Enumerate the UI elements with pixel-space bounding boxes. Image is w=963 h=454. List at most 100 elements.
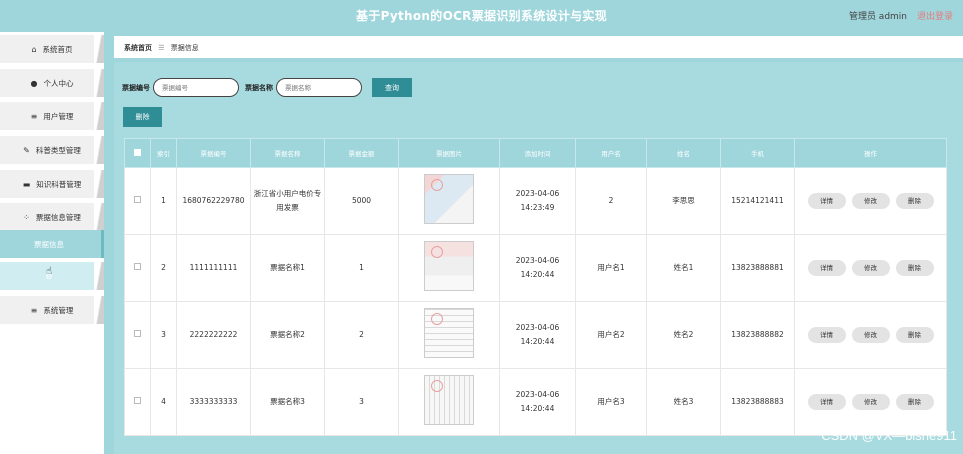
logout-link[interactable]: 退出登录 xyxy=(917,9,953,22)
sidebar-item-label: 个人中心 xyxy=(43,78,74,88)
ticket-image[interactable] xyxy=(424,374,474,425)
ticket-name-input[interactable] xyxy=(276,78,362,97)
row-checkbox[interactable] xyxy=(134,330,141,337)
cell-username: 用户名1 xyxy=(575,234,647,302)
top-header: 基于Python的OCR票据识别系统设计与实现 管理员 admin 退出登录 xyxy=(0,0,963,32)
cell-ticket-no: 1680762229780 xyxy=(176,167,251,235)
detail-button[interactable]: 详情 xyxy=(807,193,846,209)
sidebar-item-system[interactable]: ≡ 系统管理 xyxy=(0,296,104,324)
ticket-table: 索引 票据编号 票据名称 票据金额 票据图片 添加时间 用户名 姓名 手机 操作… xyxy=(124,138,947,436)
table-row: 1 1680762229780 浙江省小用户电价专用发票 5000 2023-0… xyxy=(124,167,947,235)
row-checkbox[interactable] xyxy=(134,397,141,404)
cell-fullname: 姓名3 xyxy=(646,368,721,436)
cell-time: 2023-04-06 14:20:44 xyxy=(499,368,576,436)
detail-button[interactable]: 详情 xyxy=(807,394,846,410)
column-header: 操作 xyxy=(794,138,947,168)
table-row: 2 1111111111 票据名称1 1 2023-04-06 14:20:44… xyxy=(124,234,947,302)
sidebar-item-label: 系统首页 xyxy=(42,44,73,54)
column-header: 票据金额 xyxy=(324,138,399,168)
cell-amount: 5000 xyxy=(324,167,399,235)
edit-button[interactable]: 修改 xyxy=(851,260,890,276)
hand-cursor-icon: ☝ xyxy=(46,266,53,277)
ticket-image[interactable] xyxy=(424,307,474,358)
cell-index: 2 xyxy=(150,234,177,302)
cell-fullname: 姓名1 xyxy=(646,234,721,302)
select-all-cell[interactable] xyxy=(124,138,151,168)
table-header-row: 索引 票据编号 票据名称 票据金额 票据图片 添加时间 用户名 姓名 手机 操作 xyxy=(124,138,947,168)
ticket-image[interactable] xyxy=(424,173,474,224)
home-icon: ⌂ xyxy=(31,44,37,54)
cell-username: 2 xyxy=(575,167,647,235)
cell-phone: 13823888883 xyxy=(720,368,795,436)
current-user: 管理员 admin xyxy=(848,12,907,22)
cell-ticket-name: 票据名称1 xyxy=(250,234,325,302)
edit-button[interactable]: 修改 xyxy=(851,394,890,410)
batch-delete-button[interactable]: 删除 xyxy=(123,107,162,127)
edit-icon: ✎ xyxy=(23,145,30,155)
sidebar-item-science-types[interactable]: ✎ 科普类型管理 xyxy=(0,136,104,164)
cell-time: 2023-04-06 14:20:44 xyxy=(499,234,576,302)
cell-phone: 13823888881 xyxy=(720,234,795,302)
select-all-checkbox[interactable] xyxy=(134,148,141,156)
cell-phone: 13823888882 xyxy=(720,301,795,369)
column-header: 票据名称 xyxy=(250,138,325,168)
table-row: 3 2222222222 票据名称2 2 2023-04-06 14:20:44… xyxy=(124,301,947,369)
watermark: CSDN @VX—bishe911 xyxy=(821,428,957,443)
sidebar-item-knowledge[interactable]: ▬ 知识科普管理 xyxy=(0,170,104,198)
column-header: 姓名 xyxy=(646,138,721,168)
query-button[interactable]: 查询 xyxy=(372,78,412,97)
cell-index: 1 xyxy=(150,167,177,235)
column-header: 票据编号 xyxy=(176,138,251,168)
cell-index: 3 xyxy=(150,301,177,369)
cell-amount: 2 xyxy=(324,301,399,369)
column-header: 用户名 xyxy=(575,138,647,168)
main-content: 票据编号 票据名称 查询 删除 索引 票据编号 票据名称 票据金额 票据图片 添… xyxy=(114,62,963,454)
app-title: 基于Python的OCR票据识别系统设计与实现 xyxy=(355,9,608,23)
delete-button[interactable]: 删除 xyxy=(895,394,934,410)
sidebar-item-label: 票据信息 xyxy=(34,239,64,249)
ticket-no-input[interactable] xyxy=(153,78,239,97)
cell-amount: 1 xyxy=(324,234,399,302)
row-checkbox[interactable] xyxy=(134,263,141,270)
sidebar-item-ticket-mgmt[interactable]: ⁘ 票据信息管理 xyxy=(0,203,104,231)
search-bar: 票据编号 票据名称 查询 xyxy=(122,78,412,97)
ticket-image[interactable] xyxy=(424,240,474,291)
edit-button[interactable]: 修改 xyxy=(851,327,890,343)
row-checkbox[interactable] xyxy=(134,196,141,203)
ticket-no-label: 票据编号 xyxy=(122,83,150,92)
breadcrumb-home[interactable]: 系统首页 xyxy=(124,44,152,52)
person-icon: ● xyxy=(30,78,38,88)
sidebar-item-label: 科普类型管理 xyxy=(35,145,81,155)
cell-fullname: 李思思 xyxy=(646,167,721,235)
detail-button[interactable]: 详情 xyxy=(807,260,846,276)
delete-button[interactable]: 删除 xyxy=(895,193,934,209)
sidebar-subitem-ticket-info[interactable]: 票据信息 xyxy=(0,230,104,258)
sidebar-item-label: 系统管理 xyxy=(43,305,74,315)
grid-icon: ⁘ xyxy=(23,212,30,222)
breadcrumb-current: 票据信息 xyxy=(170,44,199,52)
table-row: 4 3333333333 票据名称3 3 2023-04-06 14:20:44… xyxy=(124,368,947,436)
edit-button[interactable]: 修改 xyxy=(851,193,890,209)
cell-index: 4 xyxy=(150,368,177,436)
sidebar-item-profile[interactable]: ● 个人中心 xyxy=(0,69,104,97)
sidebar-item-label: 知识科普管理 xyxy=(36,179,82,189)
menu-icon: ☰ xyxy=(158,44,165,52)
cell-time: 2023-04-06 14:20:44 xyxy=(499,301,576,369)
list-icon: ≡ xyxy=(30,305,38,315)
delete-button[interactable]: 删除 xyxy=(895,327,934,343)
cell-phone: 15214121411 xyxy=(720,167,795,235)
cell-amount: 3 xyxy=(324,368,399,436)
cell-username: 用户名2 xyxy=(575,301,647,369)
delete-button[interactable]: 删除 xyxy=(895,260,934,276)
cell-ticket-no: 1111111111 xyxy=(176,234,251,302)
column-header: 索引 xyxy=(150,138,177,168)
ticket-name-label: 票据名称 xyxy=(245,83,273,92)
detail-button[interactable]: 详情 xyxy=(807,327,846,343)
column-header: 添加时间 xyxy=(499,138,576,168)
sidebar-item-users[interactable]: ≡ 用户管理 xyxy=(0,102,104,130)
sidebar-item-home[interactable]: ⌂ 系统首页 xyxy=(0,35,104,63)
sidebar-item-label: 票据信息管理 xyxy=(35,212,81,222)
cell-username: 用户名3 xyxy=(575,368,647,436)
column-header: 手机 xyxy=(720,138,795,168)
cell-fullname: 姓名2 xyxy=(646,301,721,369)
